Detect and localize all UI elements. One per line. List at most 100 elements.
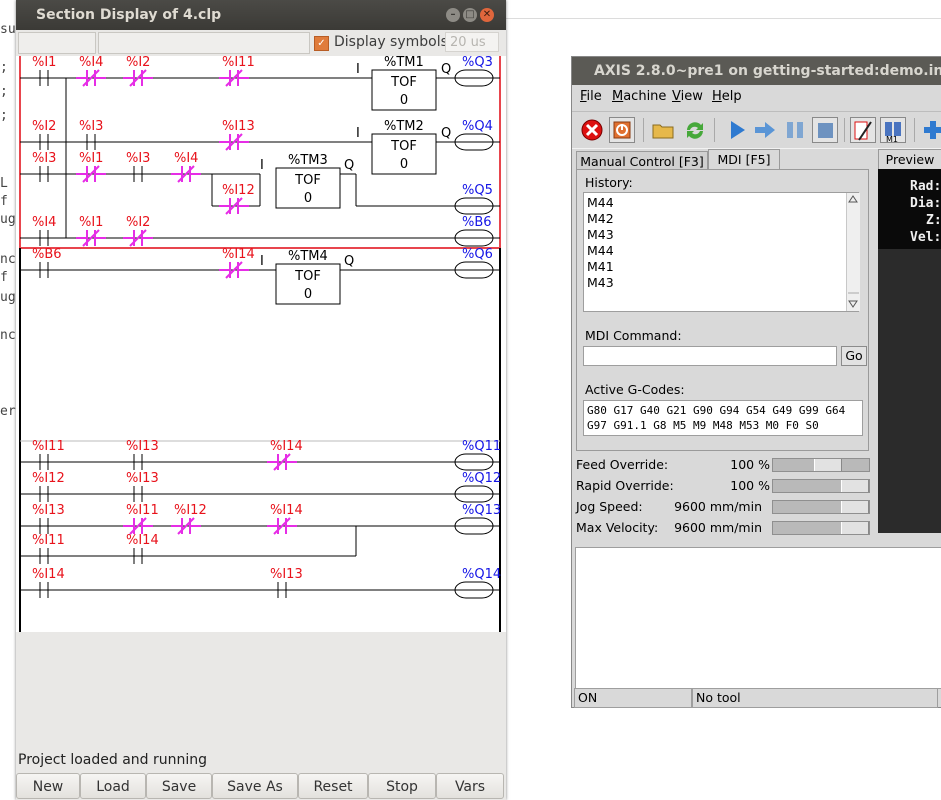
bg-text-fragment: nc bbox=[0, 252, 16, 267]
contact-label: %I1 bbox=[79, 151, 103, 166]
pause-icon[interactable] bbox=[782, 117, 808, 143]
timer-output-label: Q bbox=[441, 126, 451, 141]
contact-label: %I12 bbox=[32, 471, 65, 486]
timer-name: %TM1 bbox=[384, 56, 424, 70]
jog-speed-label: Jog Speed: bbox=[576, 499, 643, 514]
bg-text-fragment: er bbox=[0, 404, 16, 419]
coil-label: %Q14 bbox=[462, 567, 501, 582]
load-button[interactable]: Load bbox=[80, 773, 146, 799]
bg-text-fragment: L bbox=[0, 176, 8, 191]
block-delete-icon[interactable] bbox=[850, 117, 876, 143]
list-item[interactable]: M41 bbox=[587, 259, 614, 274]
menu-view[interactable]: View bbox=[672, 89, 703, 104]
gcode-text-area[interactable] bbox=[575, 547, 941, 689]
jog-speed-slider[interactable] bbox=[772, 500, 870, 514]
ladder-window-title: Section Display of 4.clp bbox=[36, 7, 222, 23]
max-velocity-slider[interactable] bbox=[772, 521, 870, 535]
menu-help-rest: elp bbox=[721, 89, 742, 104]
period-field[interactable]: 20 us bbox=[445, 32, 499, 52]
contact-label: %I13 bbox=[126, 439, 159, 454]
axis-menubar: File Machine View Help bbox=[572, 85, 941, 109]
contact-label: %I11 bbox=[32, 533, 65, 548]
contact-label: %I12 bbox=[222, 183, 255, 198]
ladder-canvas[interactable]: %I1 %I4 %I2 %I11 %TM1 TOF 0 %Q3 %I2 %I3 %I13 %TM2 TO… bbox=[16, 56, 506, 632]
feed-override-value: 100 % bbox=[730, 457, 770, 472]
step-icon[interactable] bbox=[752, 117, 778, 143]
svg-text:M1: M1 bbox=[886, 135, 898, 144]
axis-title-bar[interactable]: AXIS 2.8.0~pre1 on getting-started:demo.… bbox=[572, 57, 941, 85]
contact-label: %I4 bbox=[174, 151, 198, 166]
vars-button[interactable]: Vars bbox=[436, 773, 504, 799]
comment-field[interactable] bbox=[98, 32, 310, 54]
menu-help[interactable]: Help bbox=[712, 89, 742, 104]
save-button[interactable]: Save bbox=[146, 773, 212, 799]
history-list[interactable]: M44 M42 M43 M44 M41 M43 bbox=[583, 192, 860, 312]
bg-divider bbox=[504, 18, 941, 19]
rapid-override-slider[interactable] bbox=[772, 479, 870, 493]
open-folder-icon[interactable] bbox=[650, 117, 676, 143]
tab-mdi[interactable]: MDI [F5] bbox=[708, 149, 780, 171]
optional-stop-icon[interactable]: M1 bbox=[880, 117, 906, 144]
ladder-status-text: Project loaded and running bbox=[18, 752, 208, 768]
power-icon[interactable] bbox=[609, 117, 635, 143]
close-button[interactable]: ✕ bbox=[480, 8, 494, 22]
maximize-button[interactable]: □ bbox=[463, 8, 477, 22]
zoom-in-icon[interactable] bbox=[920, 117, 941, 143]
contact-label: %I3 bbox=[79, 119, 103, 134]
contact-label: %I2 bbox=[32, 119, 56, 134]
tab-manual-control[interactable]: Manual Control [F3] bbox=[576, 151, 708, 171]
display-symbols-checkbox[interactable]: ✓ bbox=[314, 36, 329, 51]
reset-button[interactable]: Reset bbox=[298, 773, 368, 799]
mdi-command-input[interactable] bbox=[583, 346, 837, 366]
menu-machine[interactable]: Machine bbox=[612, 89, 666, 104]
tool-status: No tool bbox=[692, 688, 938, 708]
slider-thumb[interactable] bbox=[841, 480, 869, 492]
jog-speed-value: 9600 mm/min bbox=[674, 499, 762, 514]
list-item[interactable]: M42 bbox=[587, 211, 614, 226]
menu-file-rest: ile bbox=[586, 89, 602, 104]
feed-override-slider[interactable] bbox=[772, 458, 870, 472]
mdi-panel: History: M44 M42 M43 M44 M41 M43 MDI Com… bbox=[576, 169, 869, 451]
dro-label: Vel: bbox=[910, 230, 941, 245]
run-icon[interactable] bbox=[724, 117, 750, 143]
contact-label: %I14 bbox=[32, 567, 65, 582]
preview-pane[interactable]: Rad: Dia: Z: Vel: bbox=[878, 169, 941, 533]
bg-text-fragment: ug bbox=[0, 290, 16, 305]
stop-button[interactable]: Stop bbox=[368, 773, 436, 799]
timer-output-label: Q bbox=[441, 62, 451, 77]
coil-label: %Q6 bbox=[462, 247, 493, 262]
rung-selector[interactable] bbox=[18, 32, 96, 54]
contact-label: %I12 bbox=[174, 503, 207, 518]
reload-icon[interactable] bbox=[682, 117, 708, 143]
list-item[interactable]: M43 bbox=[587, 227, 614, 242]
list-item[interactable]: M44 bbox=[587, 243, 614, 258]
new-button[interactable]: New bbox=[16, 773, 80, 799]
tab-preview[interactable]: Preview bbox=[878, 149, 941, 169]
slider-thumb[interactable] bbox=[841, 522, 869, 534]
history-scrollbar[interactable] bbox=[846, 193, 860, 311]
timer-input-label: I bbox=[356, 62, 360, 77]
slider-thumb[interactable] bbox=[814, 459, 842, 471]
list-item[interactable]: M44 bbox=[587, 195, 614, 210]
menu-view-rest: iew bbox=[680, 89, 703, 104]
slider-thumb[interactable] bbox=[841, 501, 869, 513]
timer-output-label: Q bbox=[344, 158, 354, 173]
menu-file[interactable]: File bbox=[580, 89, 602, 104]
coil-label: %Q12 bbox=[462, 471, 501, 486]
minimize-button[interactable]: – bbox=[446, 8, 460, 22]
go-button[interactable]: Go bbox=[841, 346, 867, 366]
stop-icon[interactable] bbox=[812, 117, 838, 143]
dro-label: Dia: bbox=[910, 196, 941, 211]
list-item[interactable]: M43 bbox=[587, 275, 614, 290]
ladder-title-bar[interactable]: Section Display of 4.clp – □ ✕ bbox=[16, 0, 506, 30]
gcodes-line: G97 G91.1 G8 M5 M9 M48 M53 M0 F0 S0 bbox=[587, 419, 819, 432]
bg-text-fragment: ; bbox=[0, 108, 8, 123]
axis-toolbar: M1 bbox=[572, 111, 941, 149]
mode-tabs: Manual Control [F3] MDI [F5] bbox=[576, 149, 876, 171]
save-as-button[interactable]: Save As bbox=[212, 773, 298, 799]
preview-plot-area[interactable] bbox=[878, 249, 941, 533]
axis-status-bar: ON No tool bbox=[572, 687, 941, 709]
contact-label: %I13 bbox=[126, 471, 159, 486]
estop-icon[interactable] bbox=[579, 117, 605, 143]
timer-output-label: Q bbox=[344, 254, 354, 269]
